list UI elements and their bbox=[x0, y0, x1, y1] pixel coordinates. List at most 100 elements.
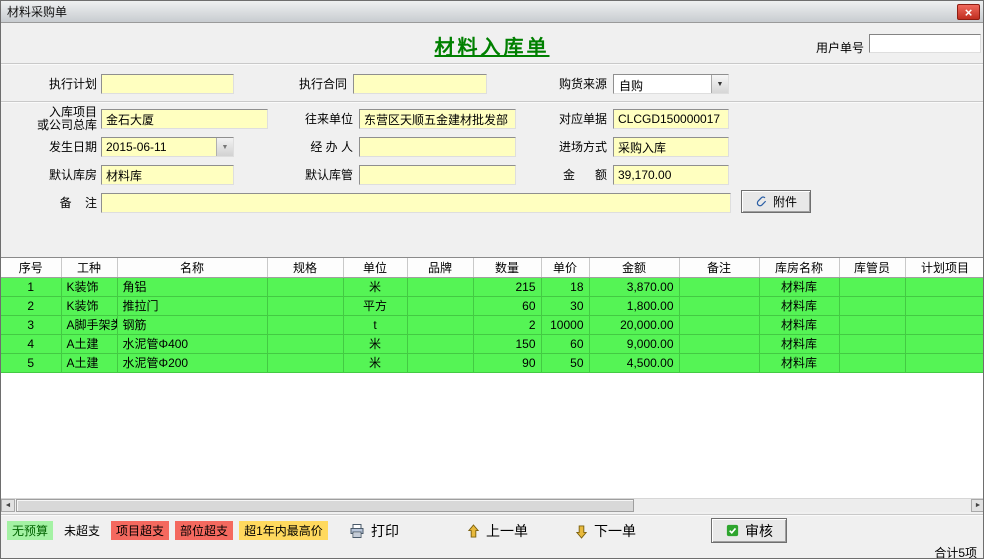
exec-plan-input[interactable] bbox=[101, 74, 234, 94]
cell bbox=[407, 353, 473, 372]
cell bbox=[905, 334, 984, 353]
column-header-11[interactable]: 库管员 bbox=[839, 258, 905, 277]
cell: t bbox=[343, 315, 407, 334]
cell: 米 bbox=[343, 353, 407, 372]
date-picker[interactable]: ▼ bbox=[101, 137, 234, 157]
cell: 1,800.00 bbox=[589, 296, 679, 315]
cell: 60 bbox=[541, 334, 589, 353]
column-header-8[interactable]: 金额 bbox=[589, 258, 679, 277]
attachment-label: 附件 bbox=[773, 193, 797, 210]
window-title: 材料采购单 bbox=[7, 3, 67, 20]
cell: 米 bbox=[343, 334, 407, 353]
arrow-down-icon bbox=[575, 524, 588, 539]
cell: 1 bbox=[1, 277, 61, 296]
doc-no-input[interactable] bbox=[613, 109, 729, 129]
cell: 材料库 bbox=[759, 353, 839, 372]
purchase-source-value: 自购 bbox=[614, 75, 711, 93]
handler-input[interactable] bbox=[359, 137, 516, 157]
column-header-10[interactable]: 库房名称 bbox=[759, 258, 839, 277]
horizontal-scrollbar[interactable]: ◄ ► bbox=[1, 498, 984, 512]
legend-plain: 未超支 bbox=[59, 521, 105, 540]
cell: 150 bbox=[473, 334, 541, 353]
next-doc-label: 下一单 bbox=[594, 521, 636, 541]
prev-doc-button[interactable]: 上一单 bbox=[467, 519, 528, 543]
cell: K装饰 bbox=[61, 296, 117, 315]
cell bbox=[839, 315, 905, 334]
keeper-input[interactable] bbox=[359, 165, 516, 185]
column-header-9[interactable]: 备注 bbox=[679, 258, 759, 277]
cell: 3 bbox=[1, 315, 61, 334]
user-no-input[interactable] bbox=[869, 34, 981, 53]
amount-label: 金 额 bbox=[545, 169, 607, 182]
table-row[interactable]: 1K装饰角铝米215183,870.00材料库 bbox=[1, 277, 984, 296]
scroll-left-icon[interactable]: ◄ bbox=[1, 499, 15, 512]
column-header-3[interactable]: 规格 bbox=[267, 258, 343, 277]
cell bbox=[905, 315, 984, 334]
table-row[interactable]: 2K装饰推拉门平方60301,800.00材料库 bbox=[1, 296, 984, 315]
title-bar[interactable]: 材料采购单 bbox=[1, 1, 983, 23]
warehouse-label: 默认库房 bbox=[19, 169, 97, 182]
table-row[interactable]: 5A土建水泥管Φ200米90504,500.00材料库 bbox=[1, 353, 984, 372]
cell: 材料库 bbox=[759, 315, 839, 334]
chevron-down-icon[interactable]: ▼ bbox=[711, 75, 728, 93]
cell: 米 bbox=[343, 277, 407, 296]
cell bbox=[839, 353, 905, 372]
entry-mode-input[interactable] bbox=[613, 137, 729, 157]
cell: 水泥管Φ200 bbox=[117, 353, 267, 372]
exec-contract-label: 执行合同 bbox=[281, 78, 347, 91]
scroll-right-icon[interactable]: ► bbox=[971, 499, 984, 512]
column-header-5[interactable]: 品牌 bbox=[407, 258, 473, 277]
keeper-label: 默认库管 bbox=[297, 169, 353, 182]
audit-button[interactable]: 审核 bbox=[711, 518, 787, 543]
status-legend: 无预算未超支项目超支部位超支超1年内最高价 bbox=[7, 521, 328, 540]
cell bbox=[267, 353, 343, 372]
cell: 9,000.00 bbox=[589, 334, 679, 353]
amount-input[interactable] bbox=[613, 165, 729, 185]
cell: 角铝 bbox=[117, 277, 267, 296]
cell: 4 bbox=[1, 334, 61, 353]
purchase-source-select[interactable]: 自购 ▼ bbox=[613, 74, 729, 94]
cell: 10000 bbox=[541, 315, 589, 334]
cell: 平方 bbox=[343, 296, 407, 315]
doc-no-label: 对应单据 bbox=[545, 113, 607, 126]
attachment-button[interactable]: 附件 bbox=[741, 190, 811, 213]
calendar-dropdown-icon[interactable]: ▼ bbox=[216, 138, 233, 156]
cell bbox=[905, 353, 984, 372]
close-button[interactable]: × bbox=[957, 4, 980, 20]
warehouse-input[interactable] bbox=[101, 165, 234, 185]
cell bbox=[407, 296, 473, 315]
cell: A土建 bbox=[61, 353, 117, 372]
column-header-12[interactable]: 计划项目 bbox=[905, 258, 984, 277]
table-row[interactable]: 4A土建水泥管Φ400米150609,000.00材料库 bbox=[1, 334, 984, 353]
separator bbox=[1, 101, 983, 103]
separator bbox=[1, 63, 983, 65]
column-header-0[interactable]: 序号 bbox=[1, 258, 61, 277]
audit-check-icon bbox=[725, 523, 740, 538]
cell bbox=[267, 277, 343, 296]
counterparty-input[interactable] bbox=[359, 109, 516, 129]
next-doc-button[interactable]: 下一单 bbox=[575, 519, 636, 543]
table-row[interactable]: 3A脚手架类钢筋t21000020,000.00材料库 bbox=[1, 315, 984, 334]
cell: 5 bbox=[1, 353, 61, 372]
cell: 90 bbox=[473, 353, 541, 372]
date-input[interactable] bbox=[102, 138, 216, 156]
items-grid: 序号工种名称规格单位品牌数量单价金额备注库房名称库管员计划项目 1K装饰角铝米2… bbox=[1, 257, 984, 498]
cell: 钢筋 bbox=[117, 315, 267, 334]
exec-contract-input[interactable] bbox=[353, 74, 487, 94]
column-header-6[interactable]: 数量 bbox=[473, 258, 541, 277]
cell bbox=[905, 296, 984, 315]
project-input[interactable] bbox=[101, 109, 268, 129]
printer-icon bbox=[349, 523, 365, 539]
column-header-2[interactable]: 名称 bbox=[117, 258, 267, 277]
exec-plan-label: 执行计划 bbox=[19, 78, 97, 91]
column-header-4[interactable]: 单位 bbox=[343, 258, 407, 277]
remark-label: 备 注 bbox=[19, 197, 97, 210]
print-button[interactable]: 打印 bbox=[349, 519, 399, 543]
cell bbox=[407, 334, 473, 353]
grid-body: 1K装饰角铝米215183,870.00材料库2K装饰推拉门平方60301,80… bbox=[1, 277, 984, 372]
scrollbar-thumb[interactable] bbox=[16, 499, 634, 512]
column-header-1[interactable]: 工种 bbox=[61, 258, 117, 277]
column-header-7[interactable]: 单价 bbox=[541, 258, 589, 277]
cell bbox=[679, 334, 759, 353]
remark-input[interactable] bbox=[101, 193, 731, 213]
